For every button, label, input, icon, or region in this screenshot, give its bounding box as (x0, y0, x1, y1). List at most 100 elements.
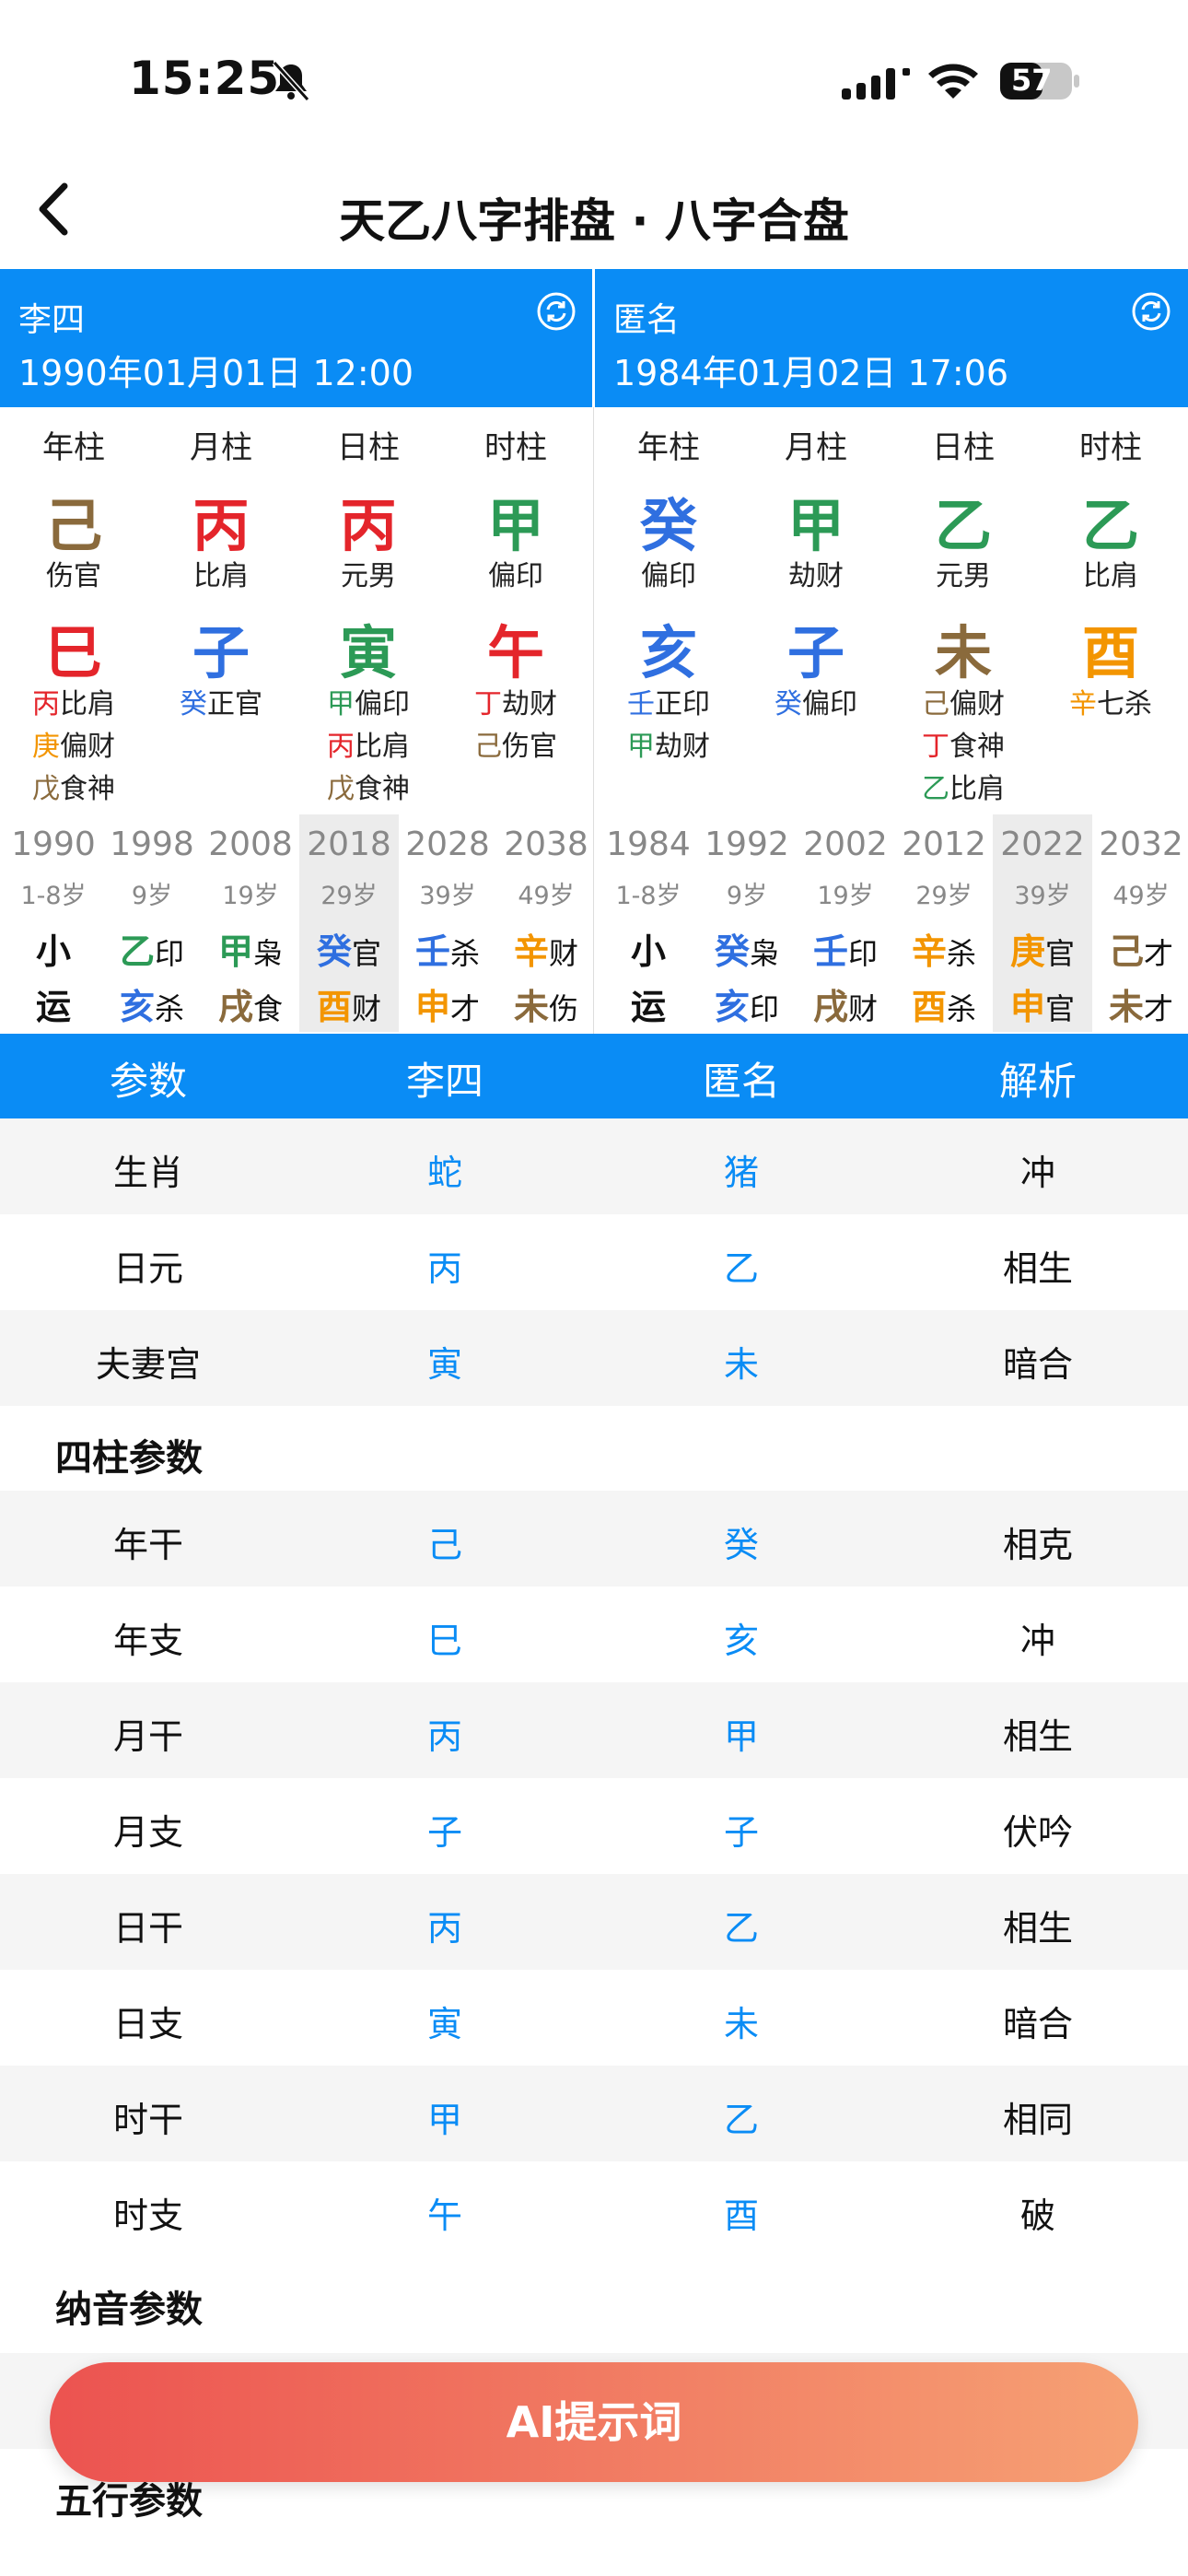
hidden-stem-line: 庚偏财 (0, 726, 147, 768)
dayun-column[interactable]: 1990 1-8岁小运 (4, 814, 103, 1032)
dayun-branch: 未才 (1091, 978, 1188, 1029)
analysis-cell: 伏吟 (1002, 1812, 1073, 1853)
table-row: 年干 己 癸 相克 (0, 1491, 1188, 1587)
dayun-age: 49岁 (518, 882, 575, 910)
dayun-column[interactable]: 2008 19岁甲枭 戌食 (201, 814, 300, 1032)
hidden-stem-god: 食神 (949, 731, 1005, 763)
analysis-cell: 相生 (1002, 1716, 1073, 1757)
dayun-branch-god: 官 (1045, 991, 1076, 1026)
dayun-branch-god: 食 (253, 991, 284, 1026)
hidden-stems: 辛七杀 (1037, 684, 1184, 726)
pillar-column: 年柱己伤官巳丙比肩 庚偏财 戊食神 (0, 407, 147, 813)
stem-ten-god: 偏印 (641, 560, 696, 592)
dayun-year: 1998 (110, 825, 194, 863)
dayun-stem: 壬印 (796, 923, 895, 974)
dayun-stem-god: 枭 (253, 936, 284, 971)
pillar-heading: 日柱 (337, 429, 400, 466)
dayun-stem-char: 庚 (1009, 931, 1045, 972)
person-b-value: 未 (723, 1344, 759, 1385)
battery-level: 57 (1011, 63, 1053, 98)
heavenly-stem: 丙 (192, 492, 250, 559)
dayun-column[interactable]: 1998 9岁 乙印 亥杀 (102, 814, 202, 1032)
dayun-column[interactable]: 1992 9岁 癸枭 亥印 (697, 814, 797, 1032)
table-row: 生肖 蛇 猪 冲 (0, 1118, 1188, 1214)
param-cell: 时支 (112, 2195, 183, 2236)
dayun-column[interactable]: 2018 29岁 癸官 酉财 (299, 814, 399, 1032)
hidden-stem-line: 戊食神 (0, 768, 147, 811)
analysis-cell: 暗合 (1002, 2004, 1073, 2044)
hidden-stem-god: 偏印 (355, 688, 410, 720)
dayun-stem-god: 杀 (450, 936, 481, 971)
dayun-column[interactable]: 2028 39岁 壬杀 申才 (398, 814, 497, 1032)
hidden-stem-line: 丁食神 (890, 726, 1037, 768)
pillar-column: 月柱丙比肩子癸正官 (147, 407, 295, 813)
person-b-value: 猪 (723, 1153, 759, 1193)
dayun-stem-char: 癸 (316, 931, 352, 972)
hidden-stem-char: 壬 (627, 688, 655, 720)
dayun-stem: 甲枭 (201, 923, 300, 974)
dayun-age: 19岁 (222, 882, 279, 910)
hidden-stem-god: 比肩 (60, 688, 115, 720)
hidden-stem-line: 己伤官 (442, 726, 589, 768)
refresh-icon[interactable] (536, 291, 577, 332)
dayun-column[interactable]: 1984 1-8岁小运 (599, 814, 698, 1032)
refresh-icon[interactable] (1131, 291, 1171, 332)
hidden-stem-char: 丙 (327, 731, 355, 763)
hidden-stems: 壬正印 甲劫财 (595, 684, 742, 768)
stem-ten-god: 劫财 (788, 560, 844, 592)
dayun-column[interactable]: 2002 19岁 壬印 戌财 (796, 814, 895, 1032)
dayun-age: 9岁 (131, 882, 173, 910)
ai-prompt-button[interactable]: AI提示词 (50, 2362, 1138, 2482)
dayun-stem-god: 杀 (947, 936, 977, 971)
analysis-cell: 冲 (1019, 1621, 1055, 1661)
dayun-branch: 戌食 (201, 978, 300, 1029)
dayun-column[interactable]: 2032 49岁 己才 未才 (1091, 814, 1188, 1032)
person-name: 李四 (18, 301, 86, 339)
hidden-stem-char: 癸 (180, 688, 207, 720)
hidden-stem-god: 食神 (355, 773, 410, 805)
earthly-branch: 巳 (44, 619, 102, 686)
earthly-branch: 子 (192, 619, 250, 686)
hidden-stem-god: 偏财 (949, 688, 1005, 720)
dayun-stem: 壬杀 (398, 923, 497, 974)
person-a-value: 巳 (426, 1621, 462, 1661)
table-row: 日干 丙 乙 相生 (0, 1874, 1188, 1970)
dayun-stem: 癸枭 (697, 923, 797, 974)
dayun-column[interactable]: 2012 29岁 辛杀 酉杀 (894, 814, 994, 1032)
dayun-stem: 庚官 (993, 923, 1092, 974)
stem-ten-god: 偏印 (488, 560, 543, 592)
dayun-branch: 申才 (398, 978, 497, 1029)
dayun-year: 2022 (1000, 825, 1085, 863)
person-a-value: 寅 (426, 1344, 462, 1385)
dayun-age: 39岁 (1014, 882, 1071, 910)
dayun-column[interactable]: 2038 49岁 辛财 未伤 (496, 814, 596, 1032)
hidden-stem-char: 甲 (627, 731, 655, 763)
dayun-branch-char: 未 (513, 987, 549, 1027)
dayun-branch-char: 酉 (911, 987, 947, 1027)
heavenly-stem: 甲 (486, 492, 544, 559)
hidden-stem-char: 甲 (327, 688, 355, 720)
hidden-stem-char: 辛 (1069, 688, 1097, 720)
hidden-stem-char: 戊 (32, 773, 60, 805)
param-cell: 年干 (112, 1525, 183, 1565)
person-a-value: 丙 (426, 1908, 462, 1949)
dayun-branch: 酉财 (299, 978, 399, 1029)
header-param: 参数 (109, 1059, 187, 1104)
earthly-branch: 亥 (639, 619, 697, 686)
heavenly-stem: 乙 (934, 492, 992, 559)
pillar-heading: 年柱 (637, 429, 700, 466)
person-b-value: 子 (723, 1812, 759, 1853)
pillar-column: 年柱癸偏印亥壬正印 甲劫财 (595, 407, 742, 813)
person-a-value: 丙 (426, 1248, 462, 1289)
dayun-column[interactable]: 2022 39岁 庚官 申官 (993, 814, 1092, 1032)
section-title: 纳音参数 (55, 2289, 203, 2331)
stem-ten-god: 比肩 (193, 560, 249, 592)
dayun-branch-char: 申 (414, 987, 450, 1027)
dayun-branch-char: 亥 (714, 987, 750, 1027)
dayun-age: 39岁 (419, 882, 476, 910)
dayun-branch-god: 财 (352, 991, 382, 1026)
person-a-value: 甲 (426, 2100, 462, 2140)
dayun-year: 2008 (208, 825, 293, 863)
dayun-stem-char: 壬 (414, 931, 450, 972)
pillar-heading: 时柱 (484, 429, 547, 466)
